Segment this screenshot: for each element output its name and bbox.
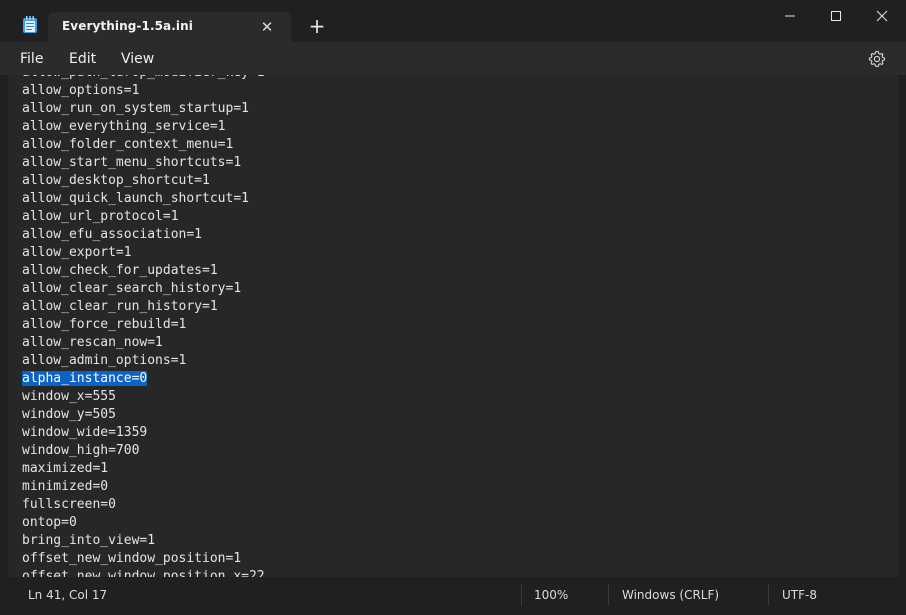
title-bar[interactable]: Everything-1.5a.ini ✕ + (0, 0, 906, 42)
selected-text: alpha_instance=0 (22, 371, 148, 386)
editor-line: allow_folder_context_menu=1 (22, 137, 234, 152)
editor-line: minimized=0 (22, 479, 109, 494)
cursor-position[interactable]: Ln 41, Col 17 (28, 588, 107, 602)
editor-line: allow_check_for_updates=1 (22, 263, 218, 278)
editor-line: allow_everything_service=1 (22, 119, 226, 134)
editor-line: alpha_instance=0 (22, 370, 265, 388)
editor-line: allow_options=1 (22, 83, 140, 98)
editor-line: allow_url_protocol=1 (22, 209, 179, 224)
close-icon (876, 10, 888, 22)
editor-line: allow_clear_search_history=1 (22, 281, 242, 296)
status-bar: Ln 41, Col 17 100% Windows (CRLF) UTF-8 (8, 577, 898, 613)
editor-line: window_x=555 (22, 389, 116, 404)
maximize-icon (831, 11, 841, 21)
editor-line: offset_new_window_position=1 (22, 551, 242, 566)
settings-gear-icon[interactable] (868, 50, 886, 68)
editor-line: window_high=700 (22, 443, 140, 458)
editor-line: window_y=505 (22, 407, 116, 422)
new-tab-button[interactable]: + (306, 14, 328, 38)
editor-line: allow_path_ldrop_modifier_key=1 (22, 75, 265, 82)
minimize-button[interactable] (767, 0, 813, 32)
zoom-level[interactable]: 100% (534, 588, 568, 602)
status-divider (608, 584, 609, 606)
editor-lines: allow_path_ldrop_modifier_key=1allow_opt… (22, 75, 265, 577)
editor-line: allow_start_menu_shortcuts=1 (22, 155, 242, 170)
editor-line: allow_export=1 (22, 245, 132, 260)
notepad-window: Everything-1.5a.ini ✕ + File Edit View a… (0, 0, 906, 615)
tab-title: Everything-1.5a.ini (62, 19, 193, 33)
editor-line: window_wide=1359 (22, 425, 148, 440)
encoding[interactable]: UTF-8 (782, 588, 817, 602)
editor-line: ontop=0 (22, 515, 77, 530)
tab-active[interactable]: Everything-1.5a.ini ✕ (48, 12, 291, 42)
line-ending[interactable]: Windows (CRLF) (622, 588, 719, 602)
editor-line: allow_desktop_shortcut=1 (22, 173, 210, 188)
menu-bar: File Edit View (0, 42, 906, 75)
editor-line: offset_new_window_position_x=22 (22, 569, 265, 577)
editor-line: allow_admin_options=1 (22, 353, 187, 368)
editor-line: maximized=1 (22, 461, 109, 476)
menu-view[interactable]: View (121, 51, 154, 67)
editor-line: allow_rescan_now=1 (22, 335, 163, 350)
text-editor[interactable]: allow_path_ldrop_modifier_key=1allow_opt… (8, 75, 898, 577)
close-window-button[interactable] (859, 0, 905, 32)
editor-line: allow_clear_run_history=1 (22, 299, 218, 314)
editor-line: bring_into_view=1 (22, 533, 156, 548)
editor-line: allow_force_rebuild=1 (22, 317, 187, 332)
editor-line: allow_run_on_system_startup=1 (22, 101, 249, 116)
notepad-icon (23, 16, 37, 33)
minimize-icon (785, 15, 795, 17)
close-tab-icon[interactable]: ✕ (257, 17, 277, 37)
maximize-button[interactable] (813, 0, 859, 32)
status-divider (768, 584, 769, 606)
editor-line: allow_quick_launch_shortcut=1 (22, 191, 249, 206)
editor-line: fullscreen=0 (22, 497, 116, 512)
menu-edit[interactable]: Edit (69, 51, 96, 67)
status-divider (521, 584, 522, 606)
editor-line: allow_efu_association=1 (22, 227, 203, 242)
menu-file[interactable]: File (20, 51, 43, 67)
